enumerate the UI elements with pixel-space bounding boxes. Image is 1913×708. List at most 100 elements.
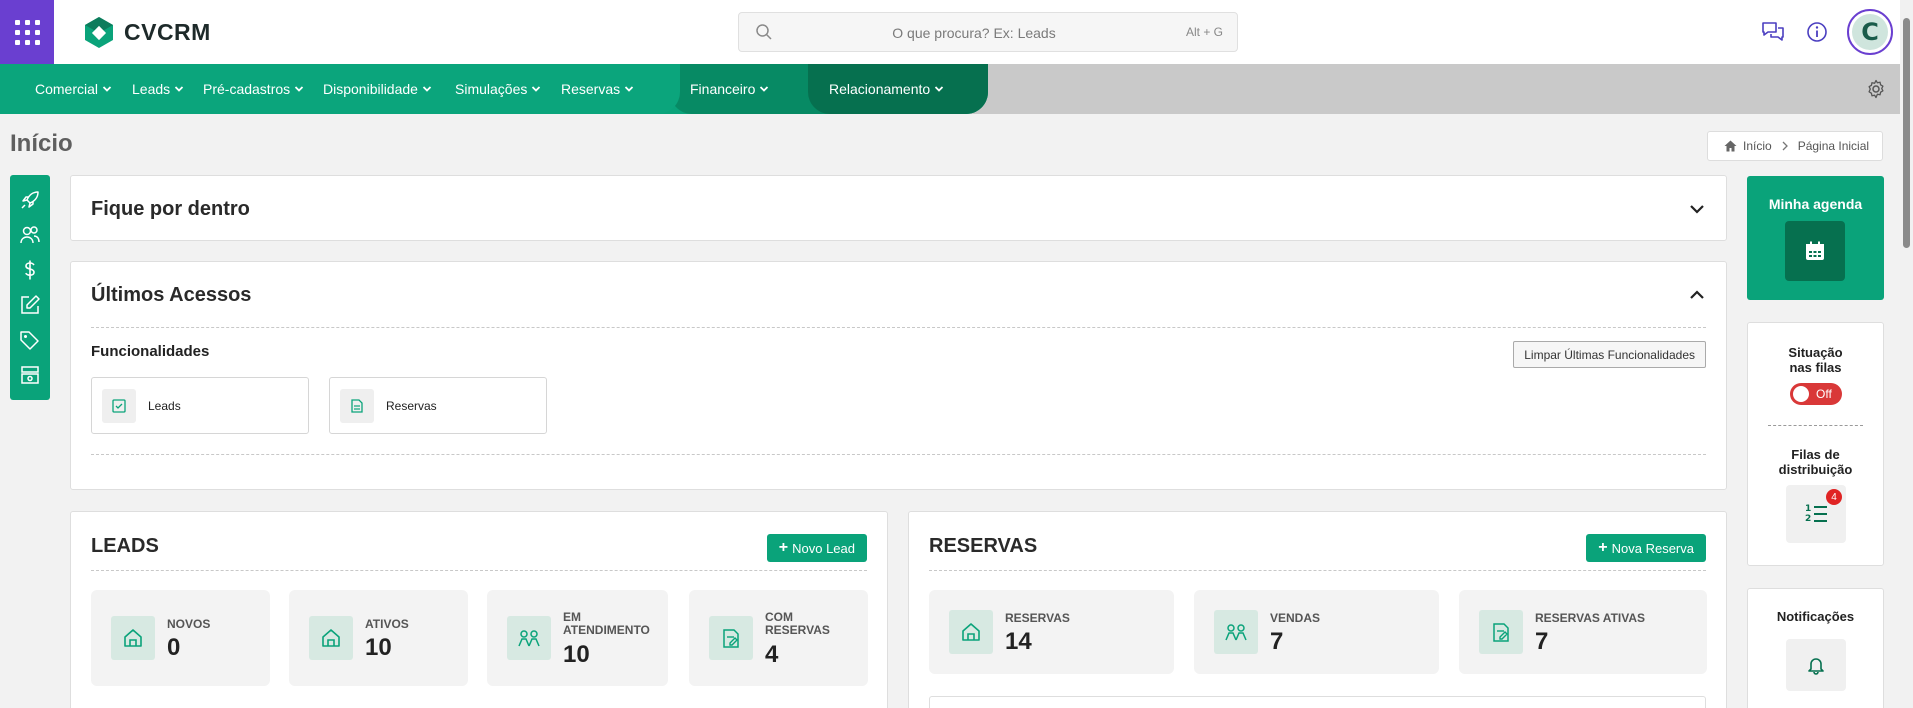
stat-label: Reservas bbox=[1005, 611, 1070, 625]
nav-label: Reservas bbox=[561, 81, 621, 97]
nav-label: Relacionamento bbox=[829, 81, 931, 97]
stat-em-atendimento[interactable]: Em atendimento 10 bbox=[487, 590, 668, 686]
stat-label: Ativos bbox=[365, 617, 409, 631]
nav-simulacoes[interactable]: Simulações bbox=[455, 81, 541, 97]
checklist-icon bbox=[102, 388, 136, 423]
agenda-button[interactable] bbox=[1785, 221, 1845, 281]
notificacoes-title: Notificações bbox=[1776, 609, 1855, 624]
apps-grid-button[interactable] bbox=[0, 0, 54, 64]
info-icon[interactable] bbox=[1803, 18, 1831, 46]
breadcrumb-home[interactable]: Início bbox=[1743, 139, 1772, 153]
stat-value: 7 bbox=[1535, 628, 1549, 655]
top-header: CVCRM Alt + G C bbox=[0, 0, 1913, 64]
user-avatar[interactable]: C bbox=[1847, 9, 1893, 55]
nav-label: Disponibilidade bbox=[323, 81, 418, 97]
divider bbox=[91, 570, 867, 571]
nav-leads[interactable]: Leads bbox=[132, 81, 184, 97]
nav-label: Pré-cadastros bbox=[203, 81, 291, 97]
fique-por-dentro-title: Fique por dentro bbox=[91, 198, 250, 220]
queue-status-toggle[interactable]: Off bbox=[1790, 383, 1842, 405]
tile-label: Leads bbox=[148, 398, 181, 413]
page-scrollbar[interactable] bbox=[1900, 0, 1913, 708]
stat-label: Com reservas bbox=[765, 610, 830, 637]
novo-lead-button[interactable]: + Novo Lead bbox=[766, 534, 867, 562]
stat-value: 10 bbox=[563, 641, 590, 668]
chevron-down-icon bbox=[295, 86, 304, 92]
svg-text:1: 1 bbox=[1805, 504, 1811, 514]
document-edit-icon bbox=[709, 616, 753, 660]
chevron-down-icon bbox=[175, 86, 184, 92]
nav-reservas[interactable]: Reservas bbox=[561, 81, 634, 97]
notificacoes-button[interactable] bbox=[1786, 639, 1846, 691]
plus-icon: + bbox=[778, 539, 789, 556]
house-icon bbox=[111, 616, 155, 660]
nova-reserva-button[interactable]: + Nova Reserva bbox=[1586, 534, 1706, 562]
nav-disponibilidade[interactable]: Disponibilidade bbox=[323, 81, 432, 97]
reservas-card: RESERVAS + Nova Reserva Reservas 14 Venda… bbox=[908, 511, 1727, 708]
breadcrumb-current: Página Inicial bbox=[1797, 139, 1870, 153]
stat-vendas[interactable]: Vendas 7 bbox=[1194, 590, 1439, 674]
filas-card: Situação nas filas Off Filas de distribu… bbox=[1747, 322, 1884, 566]
users-icon[interactable] bbox=[19, 224, 41, 246]
cashier-icon[interactable] bbox=[19, 364, 41, 386]
global-search[interactable]: Alt + G bbox=[738, 12, 1238, 52]
clear-functions-button[interactable]: Limpar Últimas Funcionalidades bbox=[1513, 341, 1706, 368]
scrollbar-thumb[interactable] bbox=[1903, 18, 1910, 248]
nav-relacionamento[interactable]: Relacionamento bbox=[829, 81, 944, 97]
stat-ativos[interactable]: Ativos 10 bbox=[289, 590, 468, 686]
button-label: Nova Reserva bbox=[1611, 540, 1694, 556]
main-navbar: Comercial Leads Pré-cadastros Disponibil… bbox=[0, 64, 1900, 114]
notificacoes-card: Notificações bbox=[1747, 588, 1884, 708]
chat-icon[interactable] bbox=[1759, 18, 1787, 46]
svg-text:2: 2 bbox=[1805, 514, 1811, 524]
divider bbox=[91, 454, 1706, 455]
chevron-down-icon bbox=[102, 86, 112, 92]
chevron-down-icon bbox=[625, 86, 634, 92]
ultimos-acessos-card: Últimos Acessos Funcionalidades Limpar Ú… bbox=[70, 261, 1727, 490]
chevron-down-icon bbox=[422, 86, 432, 92]
rocket-icon[interactable] bbox=[19, 189, 41, 211]
avatar-initial: C bbox=[1852, 14, 1888, 50]
nav-pre-cadastros[interactable]: Pré-cadastros bbox=[203, 81, 304, 97]
filas-badge: 4 bbox=[1826, 489, 1842, 505]
filas-button[interactable]: 12 4 bbox=[1786, 485, 1846, 543]
cvcrm-logo-icon bbox=[85, 17, 113, 48]
document-icon bbox=[340, 388, 374, 423]
edit-icon[interactable] bbox=[19, 294, 41, 316]
calendar-icon bbox=[1806, 241, 1824, 260]
quick-access-bar bbox=[10, 175, 50, 400]
recent-tile-reservas[interactable]: Reservas bbox=[329, 377, 547, 434]
stat-value: 4 bbox=[765, 641, 779, 668]
tile-label: Reservas bbox=[386, 398, 437, 413]
nav-comercial[interactable]: Comercial bbox=[35, 81, 112, 97]
chevron-down-icon bbox=[935, 86, 944, 92]
funcionalidades-label: Funcionalidades bbox=[91, 343, 210, 360]
breadcrumb: Início Página Inicial bbox=[1707, 131, 1883, 161]
stat-value: 10 bbox=[365, 634, 392, 661]
header-actions: C bbox=[1759, 9, 1893, 55]
tag-icon[interactable] bbox=[19, 329, 41, 351]
stat-com-reservas[interactable]: Com reservas 4 bbox=[689, 590, 868, 686]
recent-tile-leads[interactable]: Leads bbox=[91, 377, 309, 434]
chevron-up-icon[interactable] bbox=[1688, 286, 1706, 304]
house-icon bbox=[309, 616, 353, 660]
search-input[interactable] bbox=[779, 21, 1169, 45]
stat-label: Novos bbox=[167, 617, 211, 631]
stat-novos[interactable]: Novos 0 bbox=[91, 590, 270, 686]
leads-card: LEADS + Novo Lead Novos 0 Ativos 10 Em at… bbox=[70, 511, 888, 708]
nav-label: Simulações bbox=[455, 81, 528, 97]
button-label: Novo Lead bbox=[792, 540, 855, 556]
gear-icon[interactable] bbox=[1866, 79, 1886, 99]
stat-label: Vendas bbox=[1270, 611, 1321, 625]
dollar-icon[interactable] bbox=[19, 259, 41, 281]
nav-label: Leads bbox=[132, 81, 171, 97]
nav-financeiro[interactable]: Financeiro bbox=[690, 81, 769, 97]
chevron-down-icon[interactable] bbox=[1688, 200, 1706, 218]
nav-label: Comercial bbox=[35, 81, 99, 97]
stat-reservas-ativas[interactable]: Reservas ativas 7 bbox=[1459, 590, 1707, 674]
house-icon bbox=[949, 610, 993, 654]
stat-reservas[interactable]: Reservas 14 bbox=[929, 590, 1174, 674]
numbered-list-icon: 12 bbox=[1805, 504, 1827, 524]
logo[interactable]: CVCRM bbox=[82, 15, 211, 49]
nav-label: Financeiro bbox=[690, 81, 756, 97]
